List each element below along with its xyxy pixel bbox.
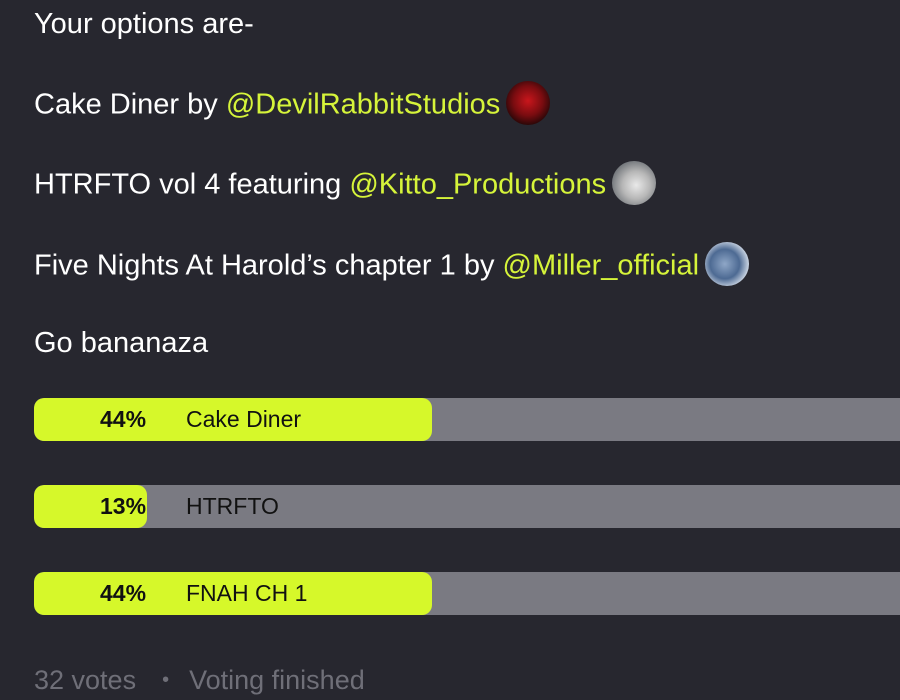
option-line-text: Cake Diner by <box>34 88 226 121</box>
post-closing: Go bananaza <box>34 327 209 359</box>
mention-devilrabbitstudios[interactable]: @DevilRabbitStudios <box>226 89 500 121</box>
poll-option-bar: 13% HTRFTO <box>34 485 900 528</box>
poll-option-label: FNAH CH 1 <box>186 580 308 606</box>
poll-option-label: HTRFTO <box>186 493 279 519</box>
poll-option-percent: 44% <box>100 406 147 432</box>
separator-dot: • <box>162 668 170 691</box>
poll-option-bar: 44% Cake Diner <box>34 398 900 441</box>
option-line-cake-diner: Cake Diner by @DevilRabbitStudios <box>34 81 551 128</box>
vote-count: 32 votes <box>34 665 137 695</box>
option-line-htrfto: HTRFTO vol 4 featuring @Kitto_Production… <box>34 161 657 208</box>
poll-option-label: Cake Diner <box>186 406 302 432</box>
mention-miller-official[interactable]: @Miller_official <box>503 250 700 282</box>
option-line-text: Five Nights At Harold’s chapter 1 by <box>34 249 503 282</box>
mention-kitto-productions[interactable]: @Kitto_Productions <box>349 169 606 201</box>
post-intro: Your options are- <box>34 8 254 40</box>
fish-avatar-icon[interactable] <box>705 242 750 286</box>
poll-option-bar: 44% FNAH CH 1 <box>34 572 900 615</box>
cat-avatar-icon[interactable] <box>612 161 657 205</box>
poll-footer: 32 votes • Voting finished <box>34 662 365 700</box>
option-line-fnah: Five Nights At Harold’s chapter 1 by @Mi… <box>34 242 750 289</box>
poll-option-percent: 44% <box>100 580 147 606</box>
devil-avatar-icon[interactable] <box>506 81 551 125</box>
option-line-text: HTRFTO vol 4 featuring <box>34 168 350 201</box>
poll-status: Voting finished <box>189 665 365 695</box>
poll-option-percent: 13% <box>100 493 147 519</box>
